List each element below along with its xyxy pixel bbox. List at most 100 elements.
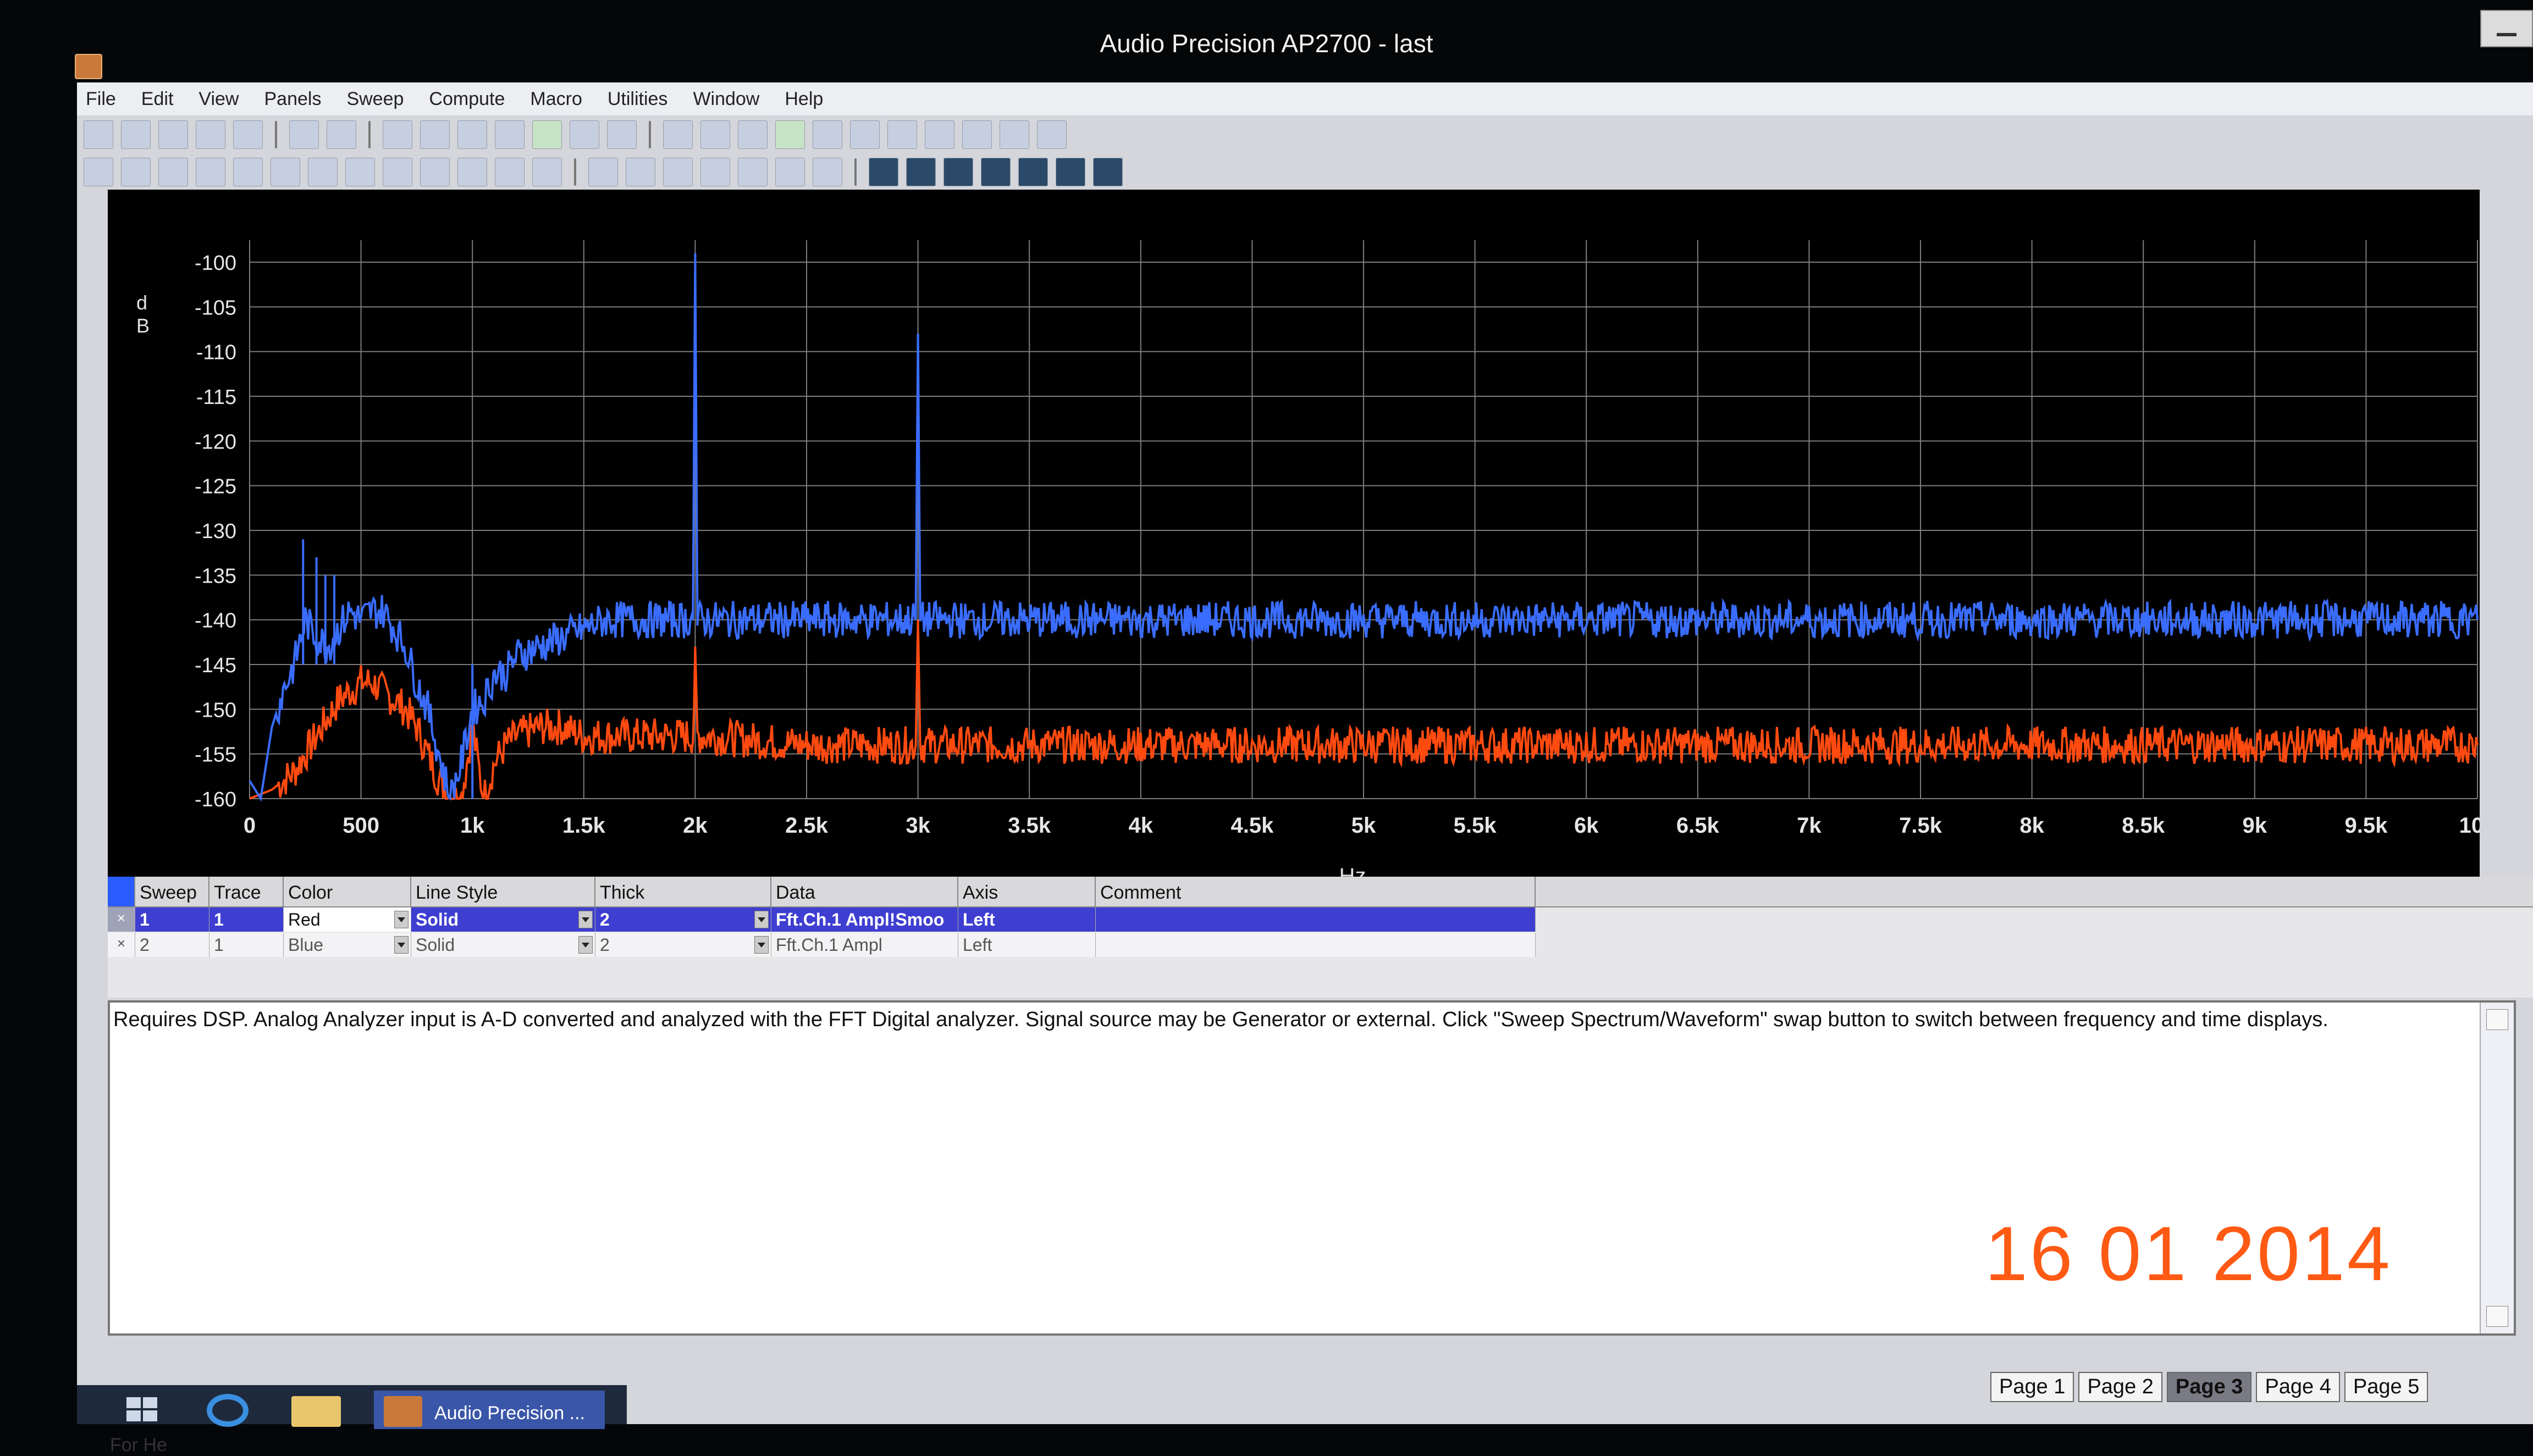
header-line-style[interactable]: Line Style xyxy=(411,877,595,906)
cut-icon[interactable] xyxy=(420,120,450,149)
sweep-panel-icon[interactable] xyxy=(196,158,225,186)
glasses-icon[interactable] xyxy=(925,120,954,149)
cell-color[interactable]: Blue xyxy=(284,933,411,957)
taskbar-audio-precision[interactable]: Audio Precision ... xyxy=(374,1391,605,1429)
legend-row[interactable]: × 1 1 Red Solid 2 Fft.Ch.1 Ampl!Smoo Lef… xyxy=(108,907,1536,932)
header-color[interactable]: Color xyxy=(284,877,411,906)
open-icon[interactable] xyxy=(158,120,188,149)
tab-page-4[interactable]: Page 4 xyxy=(2256,1372,2340,1402)
view-2-icon[interactable] xyxy=(906,158,936,186)
menu-window[interactable]: Window xyxy=(684,88,776,110)
view-3-icon[interactable] xyxy=(943,158,973,186)
folder-icon[interactable] xyxy=(291,1396,341,1427)
menu-utilities[interactable]: Utilities xyxy=(599,88,685,110)
menu-panels[interactable]: Panels xyxy=(255,88,338,110)
clock-icon[interactable] xyxy=(345,158,375,186)
view-1-icon[interactable] xyxy=(869,158,898,186)
new-icon[interactable] xyxy=(84,120,113,149)
link-icon[interactable] xyxy=(663,120,693,149)
row-checkbox[interactable]: × xyxy=(108,907,135,932)
hand-icon[interactable] xyxy=(887,120,917,149)
internet-explorer-icon[interactable] xyxy=(207,1394,249,1427)
header-thick[interactable]: Thick xyxy=(595,877,771,906)
chevron-down-icon[interactable] xyxy=(394,911,409,928)
tab-page-5[interactable]: Page 5 xyxy=(2344,1372,2429,1402)
stop-square-icon[interactable] xyxy=(850,120,880,149)
fft-graph[interactable]: -100 -105 -110 -115 -120 -125 -130 -135 -140 -145… xyxy=(108,190,2496,896)
settings-icon[interactable] xyxy=(607,120,637,149)
speaker-icon[interactable] xyxy=(383,158,412,186)
save-all-icon[interactable] xyxy=(233,120,263,149)
pause-icon[interactable] xyxy=(813,120,842,149)
header-axis[interactable]: Axis xyxy=(958,877,1096,906)
analyzer-icon[interactable] xyxy=(158,158,188,186)
data-editor-icon[interactable] xyxy=(738,120,768,149)
cell-sweep[interactable]: 1 xyxy=(135,907,209,932)
view-7-icon[interactable] xyxy=(1093,158,1123,186)
row-checkbox[interactable]: × xyxy=(108,933,135,957)
view-4-icon[interactable] xyxy=(981,158,1011,186)
cell-comment[interactable] xyxy=(1096,907,1536,932)
scroll-up-icon[interactable] xyxy=(2486,1009,2508,1030)
undo-icon[interactable] xyxy=(383,120,412,149)
bars-icon[interactable] xyxy=(775,158,805,186)
new-test-icon[interactable] xyxy=(121,120,151,149)
arrow-right-icon[interactable] xyxy=(588,158,618,186)
dcx-icon[interactable] xyxy=(420,158,450,186)
cell-line-style[interactable]: Solid xyxy=(411,907,595,932)
app-icon[interactable] xyxy=(75,54,102,79)
tab-page-2[interactable]: Page 2 xyxy=(2078,1372,2162,1402)
chevron-down-icon[interactable] xyxy=(578,936,593,954)
minimize-button[interactable] xyxy=(2480,10,2533,47)
cell-color[interactable]: Red xyxy=(284,907,411,932)
paste-icon[interactable] xyxy=(495,120,525,149)
meter-icon[interactable] xyxy=(738,158,768,186)
menu-sweep[interactable]: Sweep xyxy=(338,88,420,110)
vertical-scrollbar[interactable] xyxy=(2480,1003,2514,1333)
menu-compute[interactable]: Compute xyxy=(420,88,521,110)
cell-sweep[interactable]: 2 xyxy=(135,933,209,957)
tab-page-1[interactable]: Page 1 xyxy=(1990,1372,2074,1402)
go-icon[interactable] xyxy=(532,120,562,149)
cursor-icon[interactable] xyxy=(1000,120,1029,149)
print-icon[interactable] xyxy=(289,120,319,149)
menu-file[interactable]: File xyxy=(77,88,133,110)
header-data[interactable]: Data xyxy=(771,877,958,906)
header-comment[interactable]: Comment xyxy=(1096,877,1536,906)
optimize-icon[interactable] xyxy=(1037,120,1067,149)
arrow-down-icon[interactable] xyxy=(626,158,655,186)
cell-thick[interactable]: 2 xyxy=(595,907,771,932)
cell-data[interactable]: Fft.Ch.1 Ampl!Smoo xyxy=(771,907,958,932)
menu-macro[interactable]: Macro xyxy=(521,88,598,110)
dsp-icon[interactable] xyxy=(308,158,338,186)
graph-icon[interactable] xyxy=(84,158,113,186)
switcher-icon[interactable] xyxy=(233,158,263,186)
view-5-icon[interactable] xyxy=(1018,158,1048,186)
chevron-down-icon[interactable] xyxy=(394,936,409,954)
chevron-down-icon[interactable] xyxy=(754,911,769,928)
play-icon[interactable] xyxy=(775,120,805,149)
windows-start-icon[interactable] xyxy=(125,1396,158,1422)
io-icon[interactable] xyxy=(271,158,300,186)
scroll-down-icon[interactable] xyxy=(2486,1306,2508,1327)
cell-trace[interactable]: 1 xyxy=(209,933,284,957)
chart-icon[interactable] xyxy=(663,158,693,186)
menu-edit[interactable]: Edit xyxy=(133,88,190,110)
fader-alt-icon[interactable] xyxy=(532,158,562,186)
fft-chart-svg[interactable]: -100 -105 -110 -115 -120 -125 -130 -135 -140 -145… xyxy=(108,190,2496,896)
fader-icon[interactable] xyxy=(495,158,525,186)
cell-thick[interactable]: 2 xyxy=(595,933,771,957)
menu-view[interactable]: View xyxy=(190,88,255,110)
header-sweep[interactable]: Sweep xyxy=(135,877,209,906)
cell-line-style[interactable]: Solid xyxy=(411,933,595,957)
cell-axis[interactable]: Left xyxy=(958,933,1096,957)
view-6-icon[interactable] xyxy=(1056,158,1085,186)
swap-icon[interactable] xyxy=(962,120,992,149)
check-icon[interactable] xyxy=(457,158,487,186)
chevron-down-icon[interactable] xyxy=(578,911,593,928)
legend-select-all[interactable] xyxy=(108,877,135,906)
legend-row[interactable]: × 2 1 Blue Solid 2 Fft.Ch.1 Ampl Left xyxy=(108,933,1536,957)
copy-icon[interactable] xyxy=(457,120,487,149)
edit-icon[interactable] xyxy=(813,158,842,186)
header-trace[interactable]: Trace xyxy=(209,877,284,906)
